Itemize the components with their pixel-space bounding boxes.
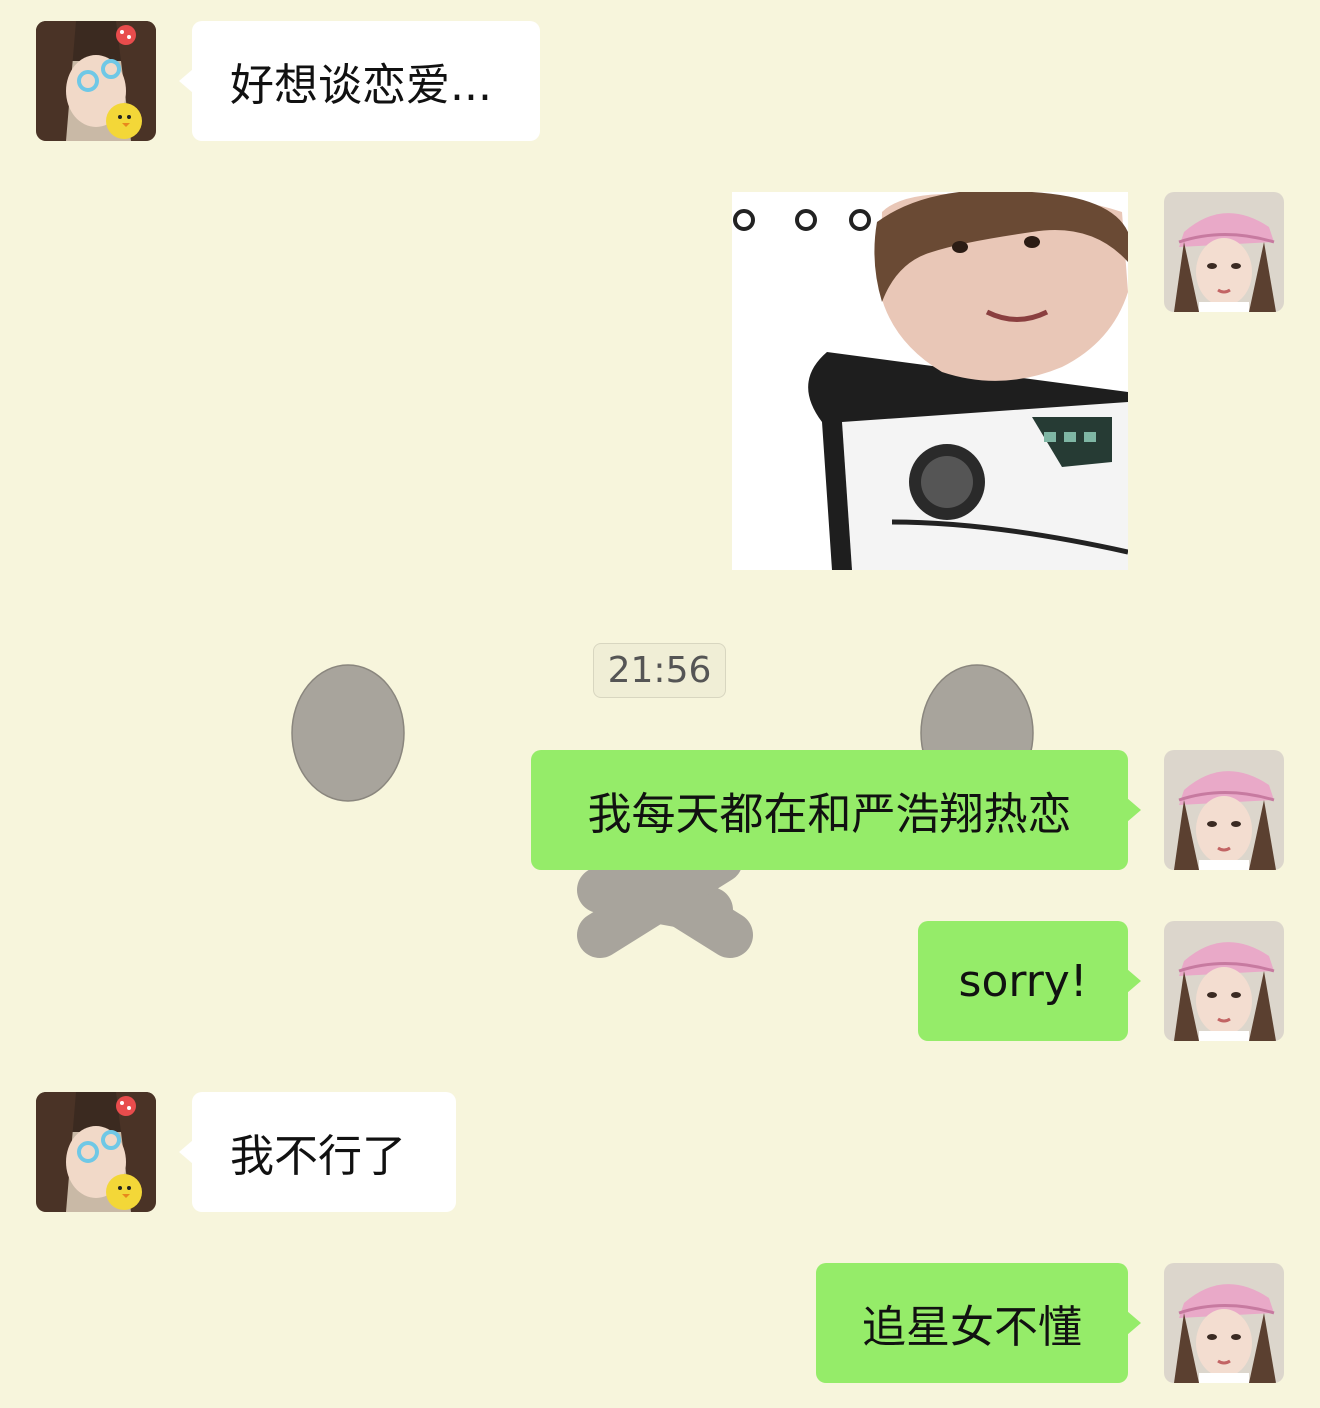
sticker-meme-icon — [732, 192, 1128, 570]
message-text: 好想谈恋爱... — [230, 60, 492, 111]
outgoing-message[interactable]: 追星女不懂 — [816, 1263, 1141, 1383]
pink-hat-girl-avatar-icon — [1164, 921, 1284, 1041]
message-text: 追星女不懂 — [862, 1302, 1082, 1353]
outgoing-message[interactable]: sorry! — [918, 921, 1141, 1041]
girl-avatar-icon — [36, 1092, 156, 1212]
incoming-message[interactable]: 我不行了 — [179, 1092, 456, 1212]
chat-view[interactable]: 好想谈恋爱... 21:56 我每天都在和严浩翔热恋 sorry! 我不行了 追… — [0, 0, 1320, 1408]
pink-hat-girl-avatar-icon — [1164, 1263, 1284, 1383]
outgoing-message[interactable]: 我每天都在和严浩翔热恋 — [531, 750, 1141, 870]
my-avatar[interactable] — [1164, 192, 1284, 312]
message-text: sorry! — [958, 955, 1088, 1007]
sticker-message[interactable] — [732, 192, 1128, 570]
pink-hat-girl-avatar-icon — [1164, 192, 1284, 312]
my-avatar[interactable] — [1164, 1263, 1284, 1383]
incoming-message[interactable]: 好想谈恋爱... — [179, 21, 540, 141]
message-text: 我每天都在和严浩翔热恋 — [587, 789, 1072, 840]
contact-avatar[interactable] — [36, 1092, 156, 1212]
pink-hat-girl-avatar-icon — [1164, 750, 1284, 870]
my-avatar[interactable] — [1164, 921, 1284, 1041]
message-text: 我不行了 — [230, 1131, 406, 1182]
girl-avatar-icon — [36, 21, 156, 141]
contact-avatar[interactable] — [36, 21, 156, 141]
my-avatar[interactable] — [1164, 750, 1284, 870]
timestamp-badge: 21:56 — [593, 643, 726, 698]
